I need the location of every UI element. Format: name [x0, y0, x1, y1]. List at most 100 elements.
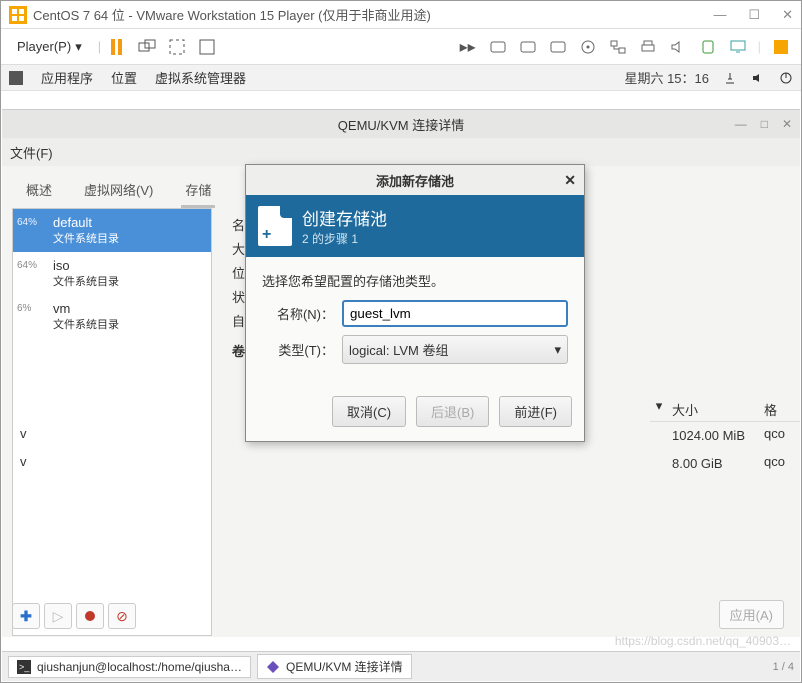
new-pool-icon	[258, 206, 292, 246]
qemu-title-text: QEMU/KVM 连接详情	[338, 115, 464, 134]
qemu-minimize-icon[interactable]: —	[735, 117, 747, 131]
pause-icon[interactable]	[111, 39, 127, 55]
pool-sub: 文件系统目录	[53, 316, 203, 332]
tab-virtual-network[interactable]: 虚拟网络(V)	[80, 174, 157, 208]
pool-item-iso[interactable]: 64% iso 文件系统目录	[13, 252, 211, 295]
disk1-icon[interactable]	[488, 37, 508, 57]
places-menu[interactable]: 位置	[111, 68, 137, 87]
virt-manager-menu[interactable]: 虚拟系统管理器	[155, 68, 246, 87]
gnome-top-bar: 应用程序 位置 虚拟系统管理器 星期六 15：16	[1, 65, 801, 91]
name-label: 名称(N)：	[262, 304, 334, 323]
sound-icon[interactable]	[668, 37, 688, 57]
tab-storage[interactable]: 存储	[181, 174, 215, 208]
vmware-title-text: CentOS 7 64 位 - VMware Workstation 15 Pl…	[33, 5, 713, 24]
gnome-taskbar: >_ qiushanjun@localhost:/home/qiusha… QE…	[2, 651, 800, 681]
terminal-icon: >_	[17, 660, 31, 674]
dialog-titlebar: 添加新存储池 ✕	[246, 165, 584, 195]
disk3-icon[interactable]	[548, 37, 568, 57]
network-icon[interactable]	[608, 37, 628, 57]
disk2-icon[interactable]	[518, 37, 538, 57]
cell-size: 1024.00 MiB	[668, 426, 764, 445]
pool-item-default[interactable]: 64% default 文件系统目录	[13, 209, 211, 252]
network-status-icon[interactable]	[723, 71, 737, 85]
workspace-pager[interactable]: 1 / 4	[773, 661, 794, 673]
watermark-text: https://blog.csdn.net/qq_40903…	[615, 634, 791, 648]
dialog-title-text: 添加新存储池	[376, 171, 454, 190]
forward-button[interactable]: 前进(F)	[499, 396, 572, 427]
back-button: 后退(B)	[416, 396, 489, 427]
cell-size: 8.00 GiB	[668, 454, 764, 473]
cell-fmt: qco	[764, 454, 794, 473]
add-storage-pool-dialog: 添加新存储池 ✕ 创建存储池 2 的步骤 1 选择您希望配置的存储池类型。 名称…	[245, 164, 585, 442]
pool-item-vm[interactable]: 6% vm 文件系统目录	[13, 295, 211, 338]
type-value: logical: LVM 卷组	[349, 340, 448, 359]
activities-icon[interactable]	[9, 71, 23, 85]
row-v2: v	[20, 454, 27, 469]
task-terminal-label: qiushanjun@localhost:/home/qiusha…	[37, 660, 242, 674]
col-fmt[interactable]: 格	[764, 398, 794, 421]
qemu-close-icon[interactable]: ✕	[782, 117, 792, 131]
delete-pool-button[interactable]: ⊘	[108, 603, 136, 629]
minimize-icon[interactable]: —	[713, 7, 726, 23]
pool-name-input[interactable]	[342, 300, 568, 327]
task-terminal[interactable]: >_ qiushanjun@localhost:/home/qiusha…	[8, 656, 251, 678]
send-keys-icon[interactable]	[137, 37, 157, 57]
pool-pct: 64%	[17, 260, 37, 271]
qemu-maximize-icon[interactable]: □	[761, 117, 768, 131]
tab-overview[interactable]: 概述	[22, 174, 56, 208]
dialog-footer: 取消(C) 后退(B) 前进(F)	[246, 386, 584, 441]
pool-sub: 文件系统目录	[53, 273, 203, 289]
banner-step: 2 的步骤 1	[302, 230, 387, 247]
qemu-titlebar: QEMU/KVM 连接详情 — □ ✕	[2, 110, 800, 138]
unity-icon[interactable]	[197, 37, 217, 57]
vmware-logo-icon	[9, 6, 27, 24]
dialog-close-icon[interactable]: ✕	[564, 172, 576, 189]
volume-status-icon[interactable]	[751, 71, 765, 85]
cancel-button[interactable]: 取消(C)	[332, 396, 406, 427]
printer-icon[interactable]	[638, 37, 658, 57]
pool-name: iso	[53, 258, 203, 273]
fullscreen-icon[interactable]	[167, 37, 187, 57]
chevron-down-icon: ▾	[75, 39, 82, 55]
svg-text:>_: >_	[19, 662, 30, 672]
pool-action-bar: ✚ ▷ ⊘	[12, 603, 136, 629]
qemu-menubar: 文件(F)	[2, 138, 800, 166]
dialog-body: 选择您希望配置的存储池类型。 名称(N)： 类型(T)： logical: LV…	[246, 257, 584, 386]
pool-pct: 6%	[17, 303, 31, 314]
maximize-icon[interactable]: ☐	[748, 7, 760, 23]
player-menu-label: Player(P)	[17, 39, 71, 54]
add-pool-button[interactable]: ✚	[12, 603, 40, 629]
stop-pool-button[interactable]	[76, 603, 104, 629]
fast-forward-icon[interactable]: ▸▸	[458, 37, 478, 57]
clock-text[interactable]: 星期六 15：16	[624, 68, 709, 87]
banner-title: 创建存储池	[302, 205, 387, 230]
pool-name: default	[53, 215, 203, 230]
apply-button: 应用(A)	[719, 600, 784, 629]
vmware-titlebar: CentOS 7 64 位 - VMware Workstation 15 Pl…	[1, 1, 801, 29]
close-icon[interactable]: ✕	[782, 7, 793, 23]
pool-pct: 64%	[17, 217, 37, 228]
type-label: 类型(T)：	[262, 340, 334, 359]
chevron-down-icon: ▾	[554, 342, 561, 358]
power-status-icon[interactable]	[779, 71, 793, 85]
task-qemu-label: QEMU/KVM 连接详情	[286, 658, 403, 675]
pool-sub: 文件系统目录	[53, 230, 203, 246]
start-pool-button[interactable]: ▷	[44, 603, 72, 629]
col-sort-icon[interactable]: ▾	[650, 398, 668, 421]
applications-menu[interactable]: 应用程序	[41, 68, 93, 87]
file-menu[interactable]: 文件(F)	[10, 143, 53, 162]
dialog-prompt: 选择您希望配置的存储池类型。	[262, 271, 568, 290]
row-v1: v	[20, 426, 27, 441]
cd-icon[interactable]	[578, 37, 598, 57]
player-menu[interactable]: Player(P) ▾	[11, 37, 88, 57]
tools-icon[interactable]	[771, 37, 791, 57]
display-icon[interactable]	[728, 37, 748, 57]
cell-fmt: qco	[764, 426, 794, 445]
storage-pool-list[interactable]: 64% default 文件系统目录 64% iso 文件系统目录 6% vm …	[12, 208, 212, 636]
pool-name: vm	[53, 301, 203, 316]
pool-type-select[interactable]: logical: LVM 卷组 ▾	[342, 335, 568, 364]
dialog-banner: 创建存储池 2 的步骤 1	[246, 195, 584, 257]
task-qemu[interactable]: QEMU/KVM 连接详情	[257, 654, 412, 679]
col-size[interactable]: 大小	[668, 398, 764, 421]
usb-icon[interactable]	[698, 37, 718, 57]
